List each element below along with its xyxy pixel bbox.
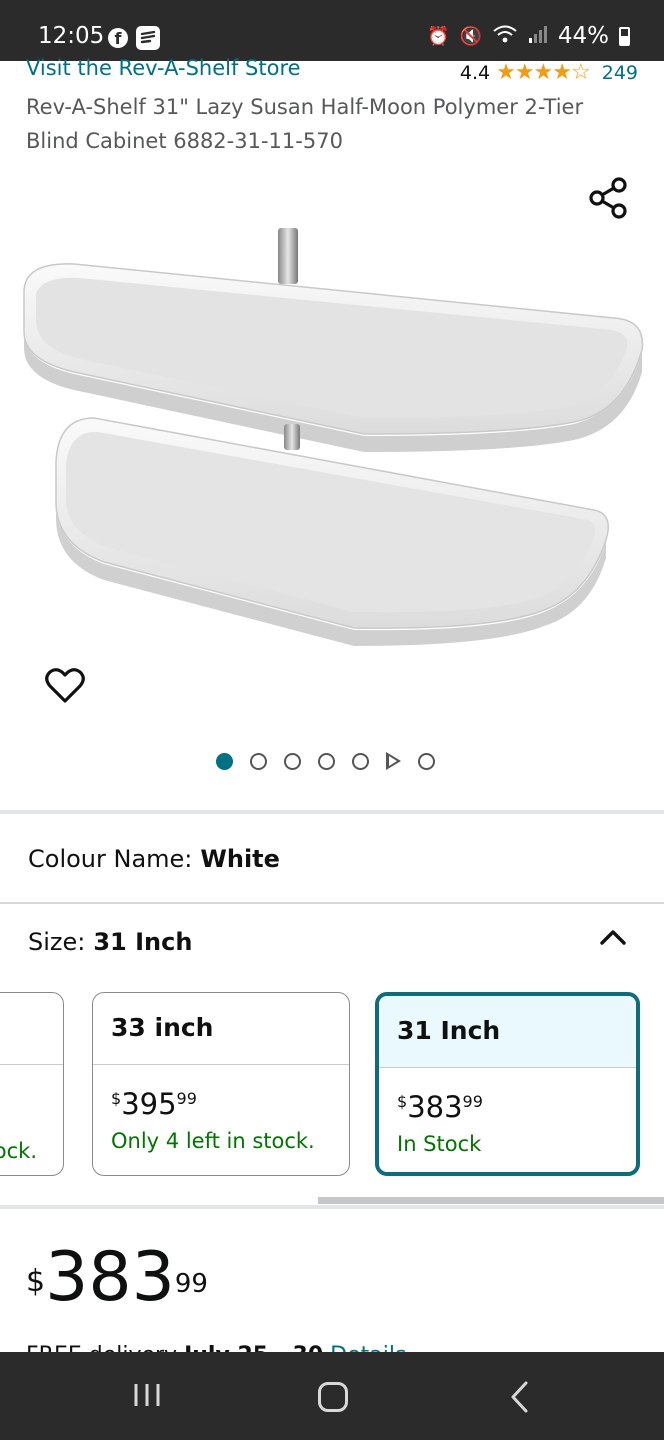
visit-store-link[interactable]: Visit the Rev-A-Shelf Store	[26, 56, 301, 80]
signal-icon	[528, 25, 548, 48]
wifi-icon	[492, 24, 518, 49]
size-option-card[interactable]: ock.	[0, 992, 64, 1176]
horizontal-scrollbar[interactable]	[318, 1197, 664, 1204]
size-option-name: 33 inch	[93, 993, 349, 1065]
section-divider	[0, 810, 664, 814]
size-option-card-selected[interactable]: 31 Inch $38399 In Stock	[375, 992, 640, 1176]
product-image[interactable]	[14, 222, 654, 662]
star-rating-icon: ★★★★☆	[496, 60, 591, 85]
carousel-dot[interactable]	[250, 752, 267, 770]
alarm-icon: ⏰	[427, 25, 450, 47]
product-price: $38399	[26, 1238, 208, 1317]
size-row[interactable]: Size: 31 Inch	[28, 928, 192, 956]
app-notification-icon	[136, 26, 160, 50]
status-icons: ⏰ 🔇 44%	[427, 23, 630, 49]
product-title: Rev-A-Shelf 31" Lazy Susan Half-Moon Pol…	[26, 95, 584, 153]
facebook-icon: f	[108, 28, 128, 48]
status-time: 12:05	[38, 23, 105, 49]
colour-label: Colour Name:	[28, 845, 193, 873]
carousel-dot[interactable]	[284, 752, 301, 770]
battery-percent: 44%	[557, 23, 609, 49]
delivery-date: July 25 - 30	[184, 1343, 323, 1352]
section-divider	[0, 1205, 664, 1209]
colour-value: White	[200, 845, 280, 873]
size-option-price: $38399	[397, 1090, 483, 1124]
size-option-stock: Only 4 left in stock.	[111, 1129, 315, 1153]
heart-icon[interactable]	[44, 666, 86, 706]
carousel-dot[interactable]	[216, 752, 233, 770]
share-icon[interactable]	[588, 176, 628, 220]
size-label: Size:	[28, 928, 86, 956]
status-bar: 12:05 f ⏰ 🔇 44%	[0, 0, 664, 61]
carousel-dot[interactable]	[352, 752, 369, 770]
size-option-name	[0, 993, 63, 1065]
system-navigation-bar	[0, 1352, 664, 1440]
rating-count[interactable]: 249	[602, 62, 638, 84]
carousel-dot[interactable]	[418, 752, 435, 770]
size-value: 31 Inch	[93, 928, 193, 956]
delivery-text: FREE delivery	[26, 1343, 177, 1352]
section-divider	[0, 902, 664, 904]
delivery-details-link[interactable]: Details	[330, 1343, 406, 1352]
battery-icon	[619, 26, 630, 46]
size-option-name: 31 Inch	[379, 996, 636, 1068]
delivery-info: FREE delivery July 25 - 30 Details	[26, 1338, 406, 1352]
mute-icon: 🔇	[459, 25, 482, 47]
rating-value: 4.4	[459, 61, 491, 84]
colour-name-row: Colour Name: White	[28, 845, 280, 873]
home-icon[interactable]	[318, 1382, 348, 1412]
size-option-stock: In Stock	[397, 1132, 482, 1156]
rating-summary[interactable]: 4.4 ★★★★☆ 249	[460, 60, 638, 85]
back-icon[interactable]	[508, 1380, 530, 1414]
recent-apps-icon[interactable]	[133, 1382, 161, 1408]
size-option-price: $39599	[111, 1087, 197, 1121]
chevron-up-icon[interactable]	[600, 928, 626, 946]
size-option-stock: ock.	[0, 1139, 37, 1163]
carousel-dot[interactable]	[318, 752, 335, 770]
size-option-card[interactable]: 33 inch $39599 Only 4 left in stock.	[92, 992, 350, 1176]
image-carousel-indicator[interactable]	[216, 752, 435, 770]
video-play-icon[interactable]	[386, 752, 401, 770]
